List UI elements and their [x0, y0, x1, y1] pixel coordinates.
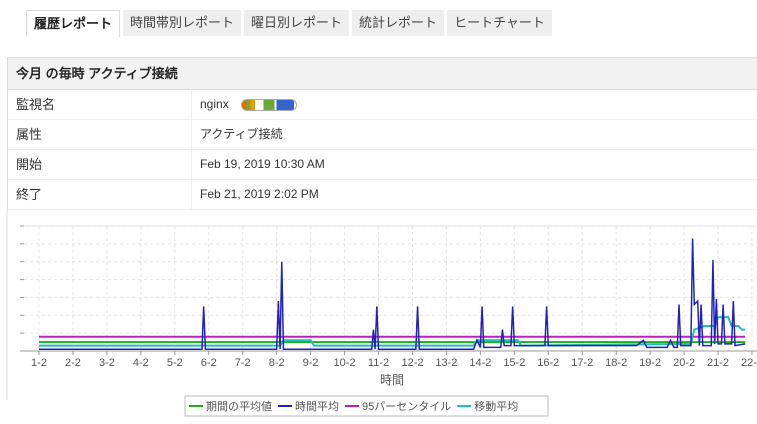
x-tick-label: 12-2	[401, 357, 423, 369]
x-tick-label: 8-2	[269, 357, 285, 369]
x-tick-label: 13-2	[435, 357, 457, 369]
x-tick-label: 9-2	[303, 357, 319, 369]
x-tick-label: 4-2	[133, 357, 149, 369]
x-tick-label: 6-2	[201, 357, 217, 369]
series-line-1	[39, 238, 746, 350]
x-tick-label: 20-2	[673, 357, 695, 369]
x-tick-label: 10-2	[334, 357, 356, 369]
x-tick-label: 5-2	[167, 357, 183, 369]
legend-entry: 期間の平均値	[206, 400, 272, 413]
x-tick-label: 11-2	[368, 357, 389, 369]
x-tick-label: 21-2	[707, 357, 729, 369]
x-tick-label: 3-2	[99, 357, 115, 369]
x-tick-label: 18-2	[605, 357, 627, 369]
legend-entry: 時間平均	[295, 400, 339, 413]
x-tick-label: 17-2	[571, 357, 593, 369]
x-tick-label: 14-2	[469, 357, 491, 369]
x-tick-label: 1-2	[31, 357, 47, 369]
x-axis-label: 時間	[380, 373, 404, 387]
x-tick-label: 16-2	[537, 357, 559, 369]
legend-entry: 95パーセンタイル	[362, 400, 451, 413]
x-tick-label: 15-2	[503, 357, 525, 369]
legend-entry: 移動平均	[474, 399, 518, 413]
line-chart: 1-2 2-2 3-2 4-2 5-2 6-2 7-2 8-2 9-2 10-2 11-2 12-2 1…	[6, 210, 757, 417]
x-tick-label: 7-2	[235, 357, 251, 369]
x-tick-label: 22-2	[741, 357, 757, 369]
x-tick-label: 19-2	[639, 357, 661, 369]
x-tick-label: 2-2	[65, 357, 81, 369]
